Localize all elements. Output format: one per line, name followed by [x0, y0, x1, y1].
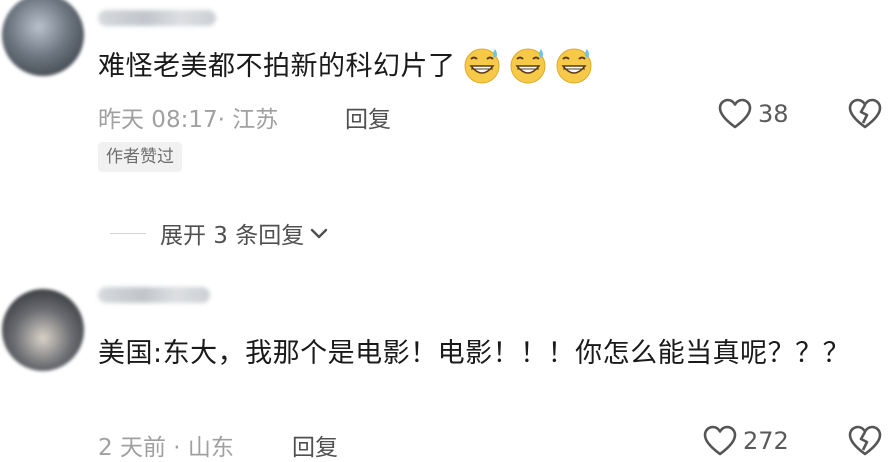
like-button[interactable]: 38	[718, 98, 789, 130]
broken-heart-icon	[848, 98, 882, 129]
comment-text-body: 难怪老美都不拍新的科幻片了	[98, 51, 456, 82]
comment-text: 美国:东大，我那个是电影！电影！！！你怎么能当真呢？？？	[98, 338, 851, 369]
comment-time-location: 2 天前 · 山东	[98, 435, 234, 461]
comment-time-location: 昨天 08:17· 江苏	[98, 107, 279, 133]
comment-text: 难怪老美都不拍新的科幻片了	[98, 44, 858, 90]
like-count: 38	[758, 100, 789, 128]
divider-line	[110, 232, 146, 234]
username-blurred[interactable]	[98, 10, 216, 26]
author-liked-badge: 作者赞过	[98, 142, 182, 172]
like-button[interactable]: 272	[703, 425, 789, 457]
dislike-button[interactable]	[848, 425, 882, 461]
avatar[interactable]	[2, 0, 84, 76]
dislike-button[interactable]	[848, 98, 882, 134]
grin-sweat-emoji	[464, 48, 499, 83]
heart-outline-icon	[703, 425, 737, 456]
heart-outline-icon	[718, 98, 752, 129]
chevron-down-icon	[311, 228, 328, 239]
grin-sweat-emoji	[556, 48, 591, 83]
avatar[interactable]	[2, 289, 84, 371]
expand-replies-label: 展开 3 条回复	[160, 223, 305, 249]
reply-button[interactable]: 回复	[345, 100, 391, 134]
username-blurred[interactable]	[98, 287, 210, 303]
broken-heart-icon	[848, 425, 882, 456]
comment-item: 难怪老美都不拍新的科幻片了 昨天 08:17· 江苏 回复 38 作者赞过 展开…	[0, 0, 890, 262]
grin-sweat-emoji	[510, 48, 545, 83]
comment-item: 美国:东大，我那个是电影！电影！！！你怎么能当真呢？？？ 2 天前 · 山东 回…	[0, 275, 890, 462]
like-count: 272	[743, 427, 789, 455]
expand-replies-button[interactable]: 展开 3 条回复	[110, 216, 330, 250]
reply-button[interactable]: 回复	[292, 428, 338, 462]
